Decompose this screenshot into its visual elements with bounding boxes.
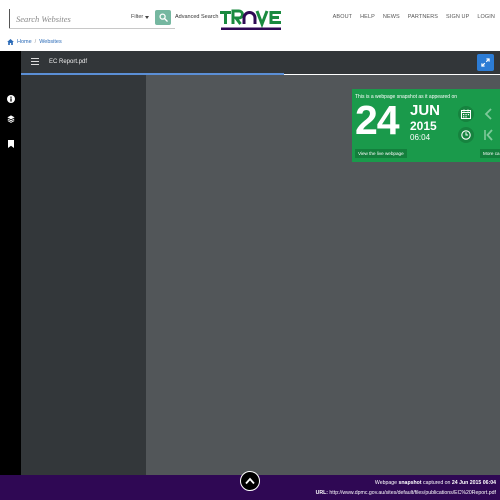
scroll-up-button[interactable] [240,471,260,491]
breadcrumb-home[interactable]: Home [17,39,32,45]
thumbnail-pane [21,75,146,475]
more-captures-button[interactable]: More ca [480,149,500,158]
nav-about[interactable]: ABOUT [333,14,352,20]
search-button[interactable] [155,10,171,25]
nav-news[interactable]: NEWS [383,14,400,20]
skip-first-icon [484,129,493,141]
capture-date: 24 Jun 2015 06:04 [451,480,496,486]
search-icon [158,13,168,22]
fullscreen-button[interactable] [477,54,494,71]
breadcrumb-websites[interactable]: Websites [39,39,62,45]
url-value[interactable]: http://www.dpmc.gov.au/sites/default/fil… [329,490,496,496]
trove-logo[interactable] [219,9,283,31]
filter-label: Filter [131,14,144,20]
expand-icon [481,58,490,67]
view-live-webpage-button[interactable]: View the live webpage [355,149,407,158]
site-header: Filter Advanced Search ABO [0,0,500,36]
capture-emphasis: snapshot [398,480,422,486]
document-title: EC Report.pdf [49,59,88,65]
trove-archive-page: Filter Advanced Search ABO [0,0,500,500]
bookmark-icon[interactable] [6,139,15,148]
previous-snapshot-button[interactable] [480,106,496,122]
breadcrumb: Home / Websites [7,38,62,46]
clock-icon [461,130,471,140]
snapshot-footer: Webpage snapshot captured on 24 Jun 2015… [0,471,500,500]
top-nav: ABOUT HELP NEWS PARTNERS SIGN UP LOGIN [333,14,495,20]
filter-dropdown[interactable]: Filter [131,14,150,20]
pdf-toolbar: EC Report.pdf [21,51,500,74]
caret-down-icon [145,15,150,19]
menu-icon[interactable] [31,58,39,66]
breadcrumb-separator: / [34,39,37,45]
left-rail [0,51,21,475]
first-snapshot-button[interactable] [480,127,496,143]
home-icon [7,39,14,45]
capture-prefix: Webpage [374,480,398,486]
nav-login[interactable]: LOGIN [477,14,495,20]
calendar-button[interactable] [458,106,474,122]
snapshot-time: 06:04 [410,133,431,142]
time-button[interactable] [458,127,474,143]
search-input[interactable] [16,13,126,24]
chevron-up-icon [245,477,255,485]
search-underline [9,28,175,29]
search-box [9,9,129,28]
calendar-icon [461,109,471,119]
snapshot-day: 24 [355,97,400,143]
snapshot-card: This is a webpage snapshot as it appeare… [352,89,500,162]
nav-partners[interactable]: PARTNERS [408,14,438,20]
layers-icon[interactable] [6,114,15,123]
nav-sign-up[interactable]: SIGN UP [446,14,469,20]
snapshot-month: JUN [410,102,441,119]
capture-middle: captured on [423,480,451,486]
nav-help[interactable]: HELP [360,14,375,20]
capture-info: Webpage snapshot captured on 24 Jun 2015… [375,480,496,486]
chevron-left-icon [484,108,492,120]
advanced-search-link[interactable]: Advanced Search [175,14,218,20]
url-label: URL: [315,490,328,496]
capture-url: URL: http://www.dpmc.gov.au/sites/defaul… [316,490,496,496]
info-icon[interactable] [6,94,15,103]
snapshot-year: 2015 [410,119,437,133]
